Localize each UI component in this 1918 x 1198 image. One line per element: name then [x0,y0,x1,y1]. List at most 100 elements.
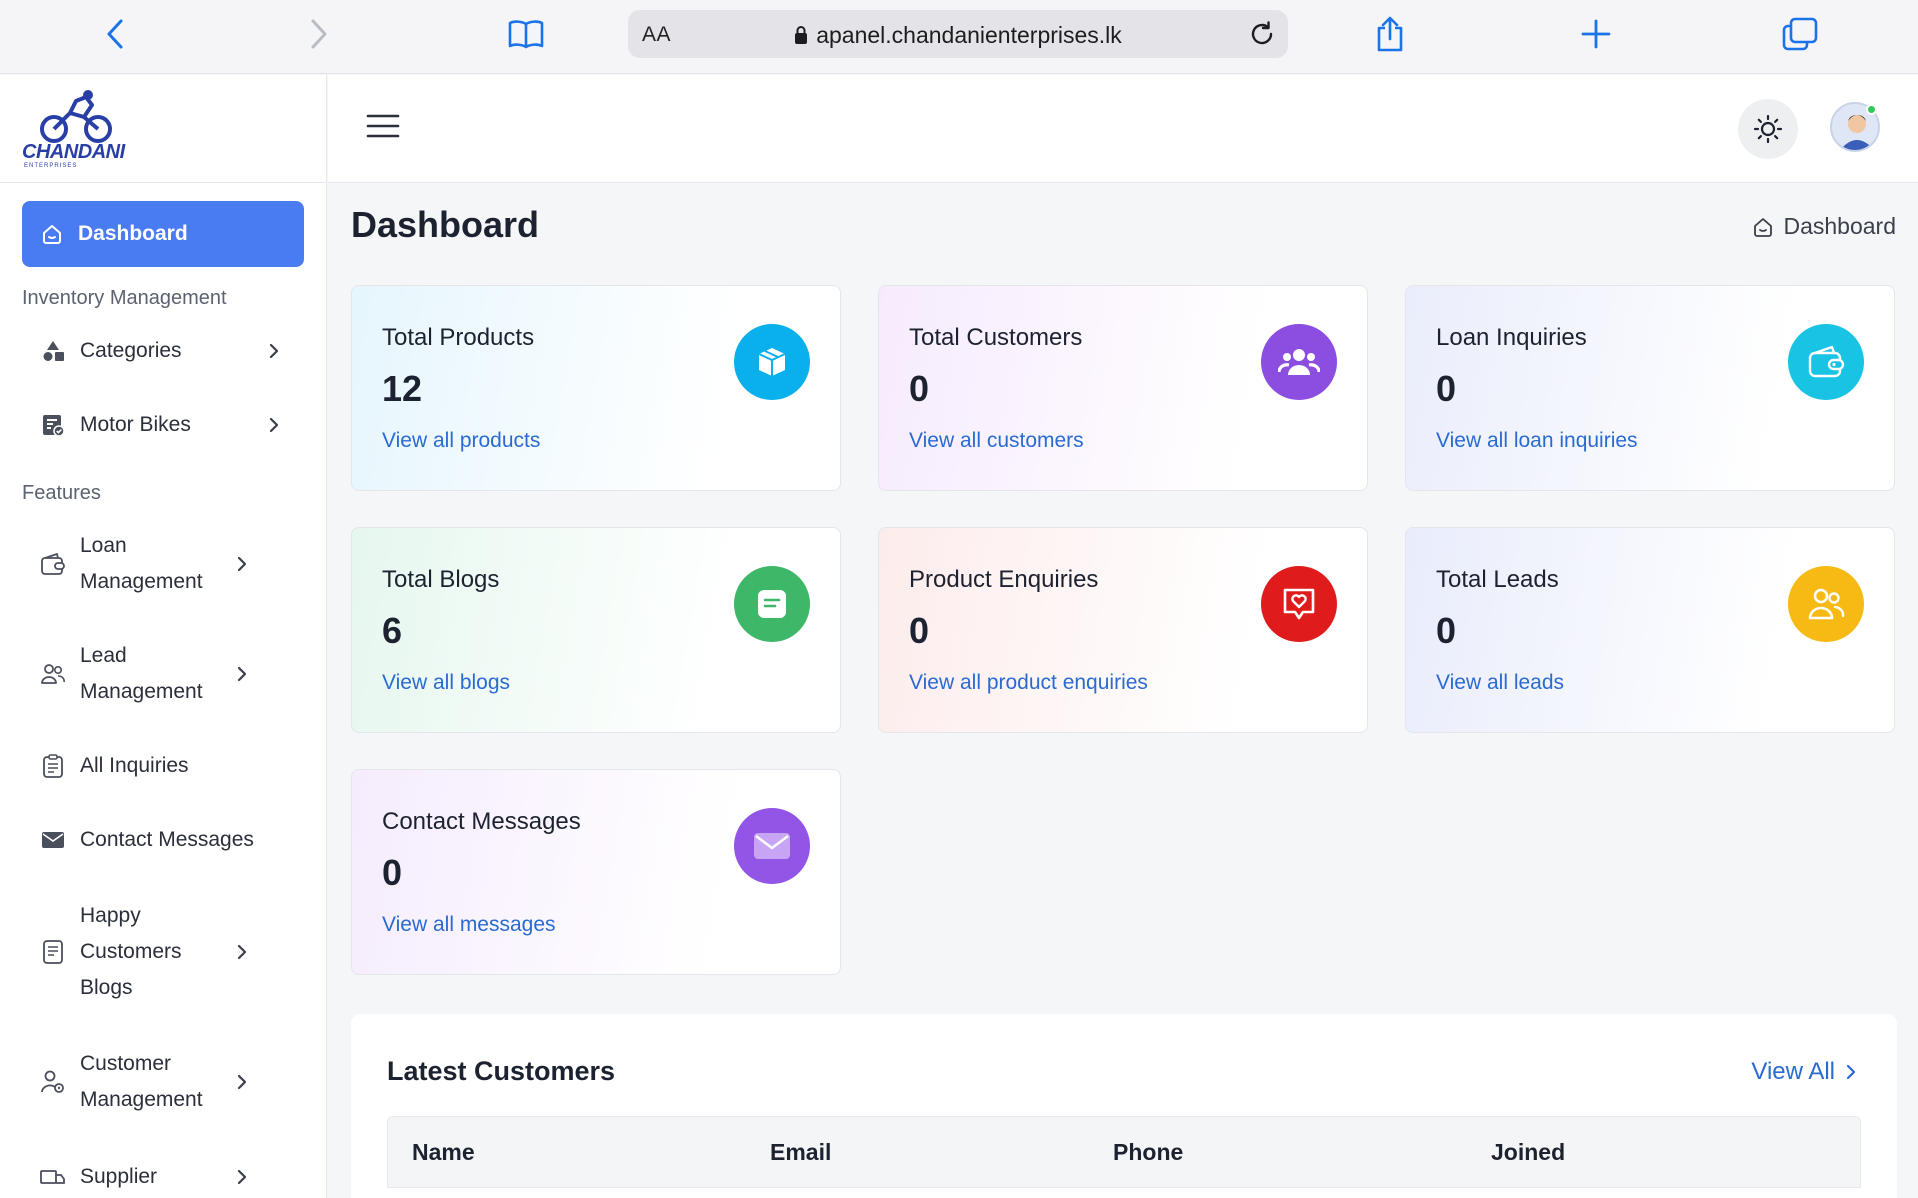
latest-customers-panel: Latest Customers View All Name Email Pho… [351,1014,1897,1198]
column-header-phone[interactable]: Phone [1113,1139,1183,1166]
theme-toggle-button[interactable] [1738,99,1798,159]
heart-chat-icon [1261,566,1337,642]
view-all-messages-link[interactable]: View all messages [382,913,556,937]
forward-button[interactable] [296,12,340,56]
stat-card-total-blogs: Total Blogs 6 View all blogs [351,527,841,733]
column-header-name[interactable]: Name [412,1139,475,1166]
view-all-product-enquiries-link[interactable]: View all product enquiries [909,671,1148,695]
view-all-leads-link[interactable]: View all leads [1436,671,1564,695]
card-label: Loan Inquiries [1436,324,1587,351]
view-all-blogs-link[interactable]: View all blogs [382,671,510,695]
url-field[interactable]: apanel.chandanienterprises.lk [628,22,1288,49]
sidebar-item-happy-customers-blogs[interactable]: Happy Customers Blogs [22,877,247,1027]
card-label: Total Blogs [382,566,500,593]
wallet-icon [1788,324,1864,400]
address-bar[interactable]: AA apanel.chandanienterprises.lk [628,10,1288,58]
card-value: 0 [382,852,403,893]
stat-card-total-leads: Total Leads 0 View all leads [1405,527,1895,733]
stat-card-loan-inquiries: Loan Inquiries 0 View all loan inquiries [1405,285,1895,491]
document-icon [40,939,66,965]
home-icon [40,222,64,246]
reload-button[interactable] [1248,20,1276,53]
card-label: Total Products [382,324,535,351]
truck-icon [40,1165,66,1189]
logo-area: CHANDANI ENTERPRISES [0,75,326,183]
url-text: apanel.chandanienterprises.lk [816,22,1122,48]
sidebar-item-motor-bikes[interactable]: Motor Bikes [22,388,304,462]
card-value: 12 [382,368,423,409]
card-label: Contact Messages [382,808,581,835]
stat-card-product-enquiries: Product Enquiries 0 View all product enq… [878,527,1368,733]
stat-card-contact-messages: Contact Messages 0 View all messages [351,769,841,975]
sidebar-item-lead-management[interactable]: Lead Management [22,619,247,729]
sidebar-item-loan-management[interactable]: Loan Management [22,509,247,619]
card-value: 0 [909,610,930,651]
shapes-icon [40,339,66,363]
latest-customers-title: Latest Customers [387,1056,616,1086]
view-all-customers-link[interactable]: View all customers [909,429,1084,453]
sidebar-item-all-inquiries[interactable]: All Inquiries [22,729,304,803]
breadcrumb[interactable]: Dashboard [1751,213,1896,240]
chevron-right-icon [311,19,327,49]
users-icon [1261,324,1337,400]
sidebar-item-label: All Inquiries [80,754,189,777]
sidebar-item-categories[interactable]: Categories [22,314,304,388]
chevron-right-icon [268,416,280,434]
sidebar-item-customer-management[interactable]: Customer Management [22,1027,247,1137]
top-header [328,75,1918,183]
card-value: 0 [1436,610,1457,651]
page-title: Dashboard [351,204,540,245]
stat-card-total-customers: Total Customers 0 View all customers [878,285,1368,491]
chevron-right-icon [236,555,248,573]
chevron-right-icon [236,1073,248,1091]
new-tab-button[interactable] [1574,12,1618,56]
sidebar-item-dashboard[interactable]: Dashboard [22,201,304,267]
chevron-left-icon [107,19,123,49]
view-all-loan-inquiries-link[interactable]: View all loan inquiries [1436,429,1638,453]
sidebar-item-label: Categories [80,339,182,362]
sidebar-item-label: Loan Management [80,534,203,593]
home-icon [1751,215,1775,239]
sidebar-item-label: Lead Management [80,644,203,703]
hamburger-icon [366,114,400,138]
browser-toolbar: AA apanel.chandanienterprises.lk [0,0,1918,74]
back-button[interactable] [94,12,138,56]
brand-logo[interactable]: CHANDANI ENTERPRISES [20,89,125,173]
sidebar-item-contact-messages[interactable]: Contact Messages [22,803,304,877]
chevron-right-icon [236,665,248,683]
stat-card-total-products: Total Products 12 View all products [351,285,841,491]
view-all-label: View All [1751,1058,1835,1085]
tabs-overview-button[interactable] [1778,12,1822,56]
sidebar-item-label: Happy Customers Blogs [80,904,182,999]
motorbike-rider-icon [40,90,112,143]
envelope-icon [734,808,810,884]
bookmarks-button[interactable] [504,12,548,56]
tabs-icon [1782,17,1818,51]
share-button[interactable] [1368,12,1412,56]
card-label: Total Leads [1436,566,1559,593]
reload-icon [1251,21,1273,45]
card-label: Product Enquiries [909,566,1099,593]
box-icon [734,324,810,400]
column-header-joined[interactable]: Joined [1491,1139,1565,1166]
view-all-customers-button[interactable]: View All [1751,1058,1857,1086]
online-status-dot [1866,104,1877,115]
menu-toggle-button[interactable] [366,113,400,143]
brand-tagline: ENTERPRISES [24,163,78,169]
view-all-products-link[interactable]: View all products [382,429,540,453]
sidebar-item-label: Dashboard [78,222,188,245]
note-icon [734,566,810,642]
chevron-right-icon [1846,1064,1856,1080]
sidebar-item-label: Contact Messages [80,828,254,851]
sidebar-item-label: Motor Bikes [80,413,191,436]
card-value: 0 [909,368,930,409]
sun-icon [1753,114,1783,144]
sidebar-item-supplier[interactable]: Supplier [22,1137,247,1198]
table-header: Name Email Phone Joined [387,1116,1861,1188]
plus-icon [1581,19,1611,49]
chevron-right-icon [236,1168,248,1186]
column-header-email[interactable]: Email [770,1139,831,1166]
card-value: 0 [1436,368,1457,409]
chevron-right-icon [236,943,248,961]
section-title-inventory: Inventory Management [22,287,227,309]
